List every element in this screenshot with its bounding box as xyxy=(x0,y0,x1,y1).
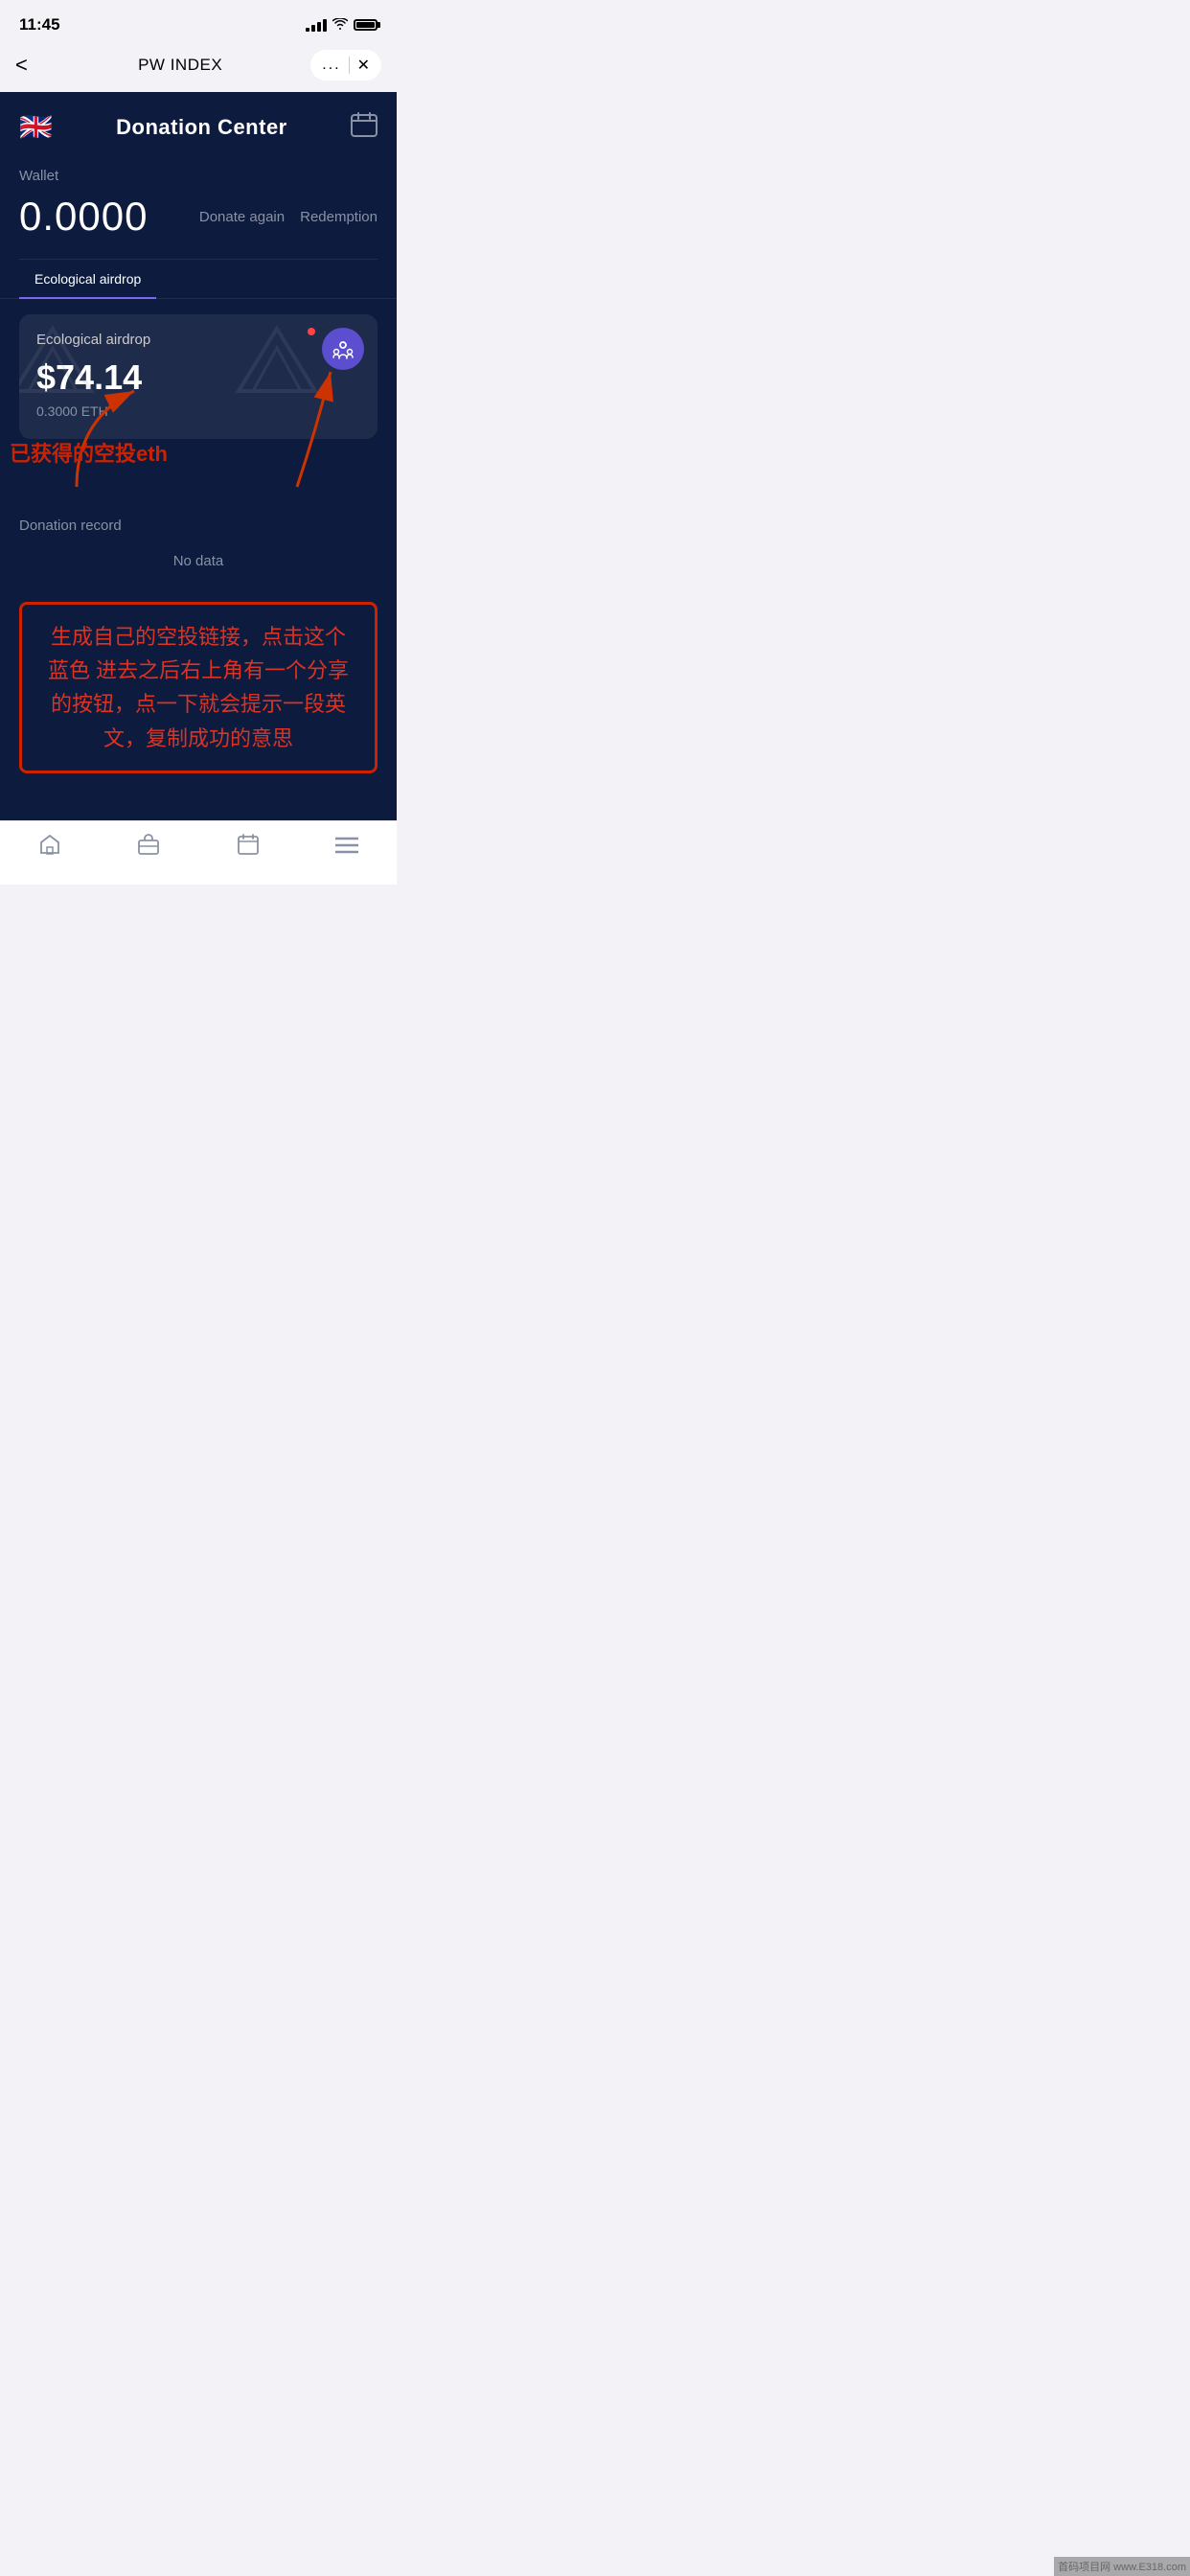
wallet-section: Wallet 0.0000 Donate again Redemption xyxy=(0,158,397,259)
donation-record-section: Donation record No data xyxy=(0,502,397,592)
wifi-icon xyxy=(332,18,348,33)
home-icon xyxy=(38,833,61,862)
status-icons xyxy=(306,18,378,33)
page-title: Donation Center xyxy=(116,115,287,140)
watermark: 首码项目网 www.E318.com xyxy=(1054,2557,1190,2576)
redemption-button[interactable]: Redemption xyxy=(300,209,378,225)
tab-briefcase[interactable] xyxy=(120,833,177,862)
no-data-label: No data xyxy=(19,545,378,585)
close-button[interactable]: ✕ xyxy=(357,56,370,75)
briefcase-icon xyxy=(137,833,160,862)
signal-icon xyxy=(306,18,327,32)
donate-again-button[interactable]: Donate again xyxy=(199,209,285,225)
tab-calendar[interactable] xyxy=(219,833,277,862)
back-button[interactable]: < xyxy=(15,53,50,78)
nav-bar: < PW INDEX ... ✕ xyxy=(0,42,397,92)
language-flag-icon[interactable]: 🇬🇧 xyxy=(19,111,53,143)
tab-ecological-airdrop[interactable]: Ecological airdrop xyxy=(19,260,156,298)
wallet-amount: 0.0000 xyxy=(19,194,148,240)
bottom-tab-bar xyxy=(0,820,397,885)
tab-menu[interactable] xyxy=(318,835,376,860)
wallet-row: 0.0000 Donate again Redemption xyxy=(19,194,378,240)
annotation-box: 生成自己的空投链接，点击这个蓝色 进去之后右上角有一个分享的按钮，点一下就会提示… xyxy=(19,602,378,773)
calendar-tab-icon xyxy=(237,833,260,862)
annotation-text: 生成自己的空投链接，点击这个蓝色 进去之后右上角有一个分享的按钮，点一下就会提示… xyxy=(41,620,355,755)
status-bar: 11:45 xyxy=(0,0,397,42)
airdrop-share-button[interactable] xyxy=(322,328,364,370)
calendar-button[interactable] xyxy=(351,112,378,142)
notification-dot xyxy=(308,328,315,335)
airdrop-card: Ecological airdrop $74.14 0.3000 ETH xyxy=(19,314,378,439)
status-time: 11:45 xyxy=(19,15,60,34)
airdrop-eth: 0.3000 ETH xyxy=(36,403,360,419)
airdrop-amount: $74.14 xyxy=(36,357,360,398)
tabs-row: Ecological airdrop xyxy=(0,260,397,299)
airdrop-card-wrapper: Ecological airdrop $74.14 0.3000 ETH xyxy=(0,314,397,439)
people-icon xyxy=(332,338,354,359)
main-content: 🇬🇧 Donation Center Wallet 0.0000 Donate … xyxy=(0,92,397,820)
wallet-actions: Donate again Redemption xyxy=(199,209,378,225)
donation-record-label: Donation record xyxy=(19,518,378,534)
page-header: 🇬🇧 Donation Center xyxy=(0,92,397,158)
battery-icon xyxy=(354,19,378,31)
chinese-annotation-label: 已获得的空投eth xyxy=(10,437,168,468)
tab-home[interactable] xyxy=(21,833,79,862)
wallet-label: Wallet xyxy=(19,168,378,184)
nav-right-controls: ... ✕ xyxy=(310,50,381,80)
menu-icon xyxy=(335,835,358,860)
more-options-button[interactable]: ... xyxy=(322,57,340,74)
nav-title: PW INDEX xyxy=(138,56,222,75)
nav-divider xyxy=(349,57,350,74)
